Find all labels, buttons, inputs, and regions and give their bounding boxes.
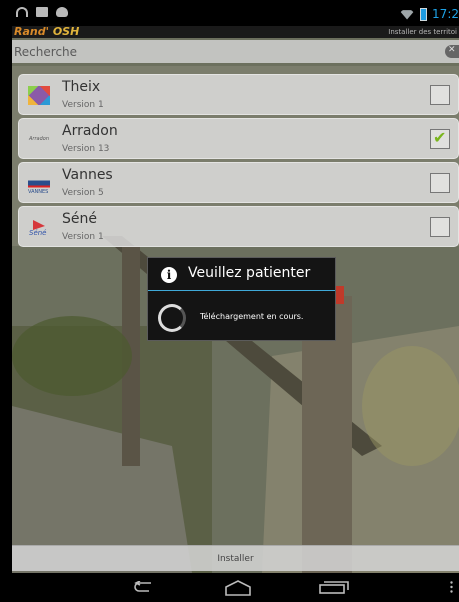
image-icon: [36, 7, 48, 17]
home-icon[interactable]: [224, 580, 252, 596]
cat-icon: [56, 7, 68, 17]
status-bar: 17:2: [12, 4, 459, 26]
territory-item-vannes[interactable]: VANNES Vannes Version 5: [18, 162, 459, 203]
app-logo-second: OSH: [52, 26, 80, 38]
territory-checkbox[interactable]: [430, 128, 450, 149]
battery-icon: [420, 7, 428, 21]
territory-item-sene[interactable]: Séné Séné Version 1: [18, 206, 459, 247]
install-bar: Installer: [12, 545, 459, 571]
dialog-message: Téléchargement en cours.: [200, 312, 304, 321]
back-icon[interactable]: [131, 581, 155, 593]
action-bar: Rand' OSH Installer des territoi: [12, 26, 459, 38]
territory-version: Version 5: [62, 188, 104, 198]
clear-search-icon[interactable]: [445, 45, 459, 58]
territory-name: Vannes: [62, 167, 113, 183]
territory-version: Version 1: [62, 100, 104, 110]
loading-spinner-icon: [158, 304, 186, 332]
territory-version: Version 13: [62, 144, 110, 154]
recent-apps-icon[interactable]: [319, 581, 349, 594]
theix-logo-icon: [28, 86, 50, 105]
info-icon: i: [161, 267, 177, 283]
search-input[interactable]: [14, 42, 434, 62]
app-logo: Rand' OSH: [14, 26, 79, 38]
search-bar: [12, 40, 459, 63]
territory-name: Theix: [62, 79, 101, 95]
territory-checkbox[interactable]: [430, 217, 450, 237]
territory-list: Theix Version 1 Arradon Arradon Version …: [18, 74, 459, 250]
navigation-bar: [12, 573, 459, 602]
progress-dialog: i Veuillez patienter Téléchargement en c…: [147, 257, 336, 341]
territory-checkbox[interactable]: [430, 85, 450, 105]
wifi-icon: [16, 7, 28, 17]
install-button[interactable]: Installer: [12, 546, 459, 572]
vannes-logo-icon: VANNES: [28, 174, 50, 195]
action-bar-title: Installer des territoi: [388, 28, 457, 36]
sene-logo-icon: Séné: [28, 218, 50, 237]
dialog-title: Veuillez patienter: [188, 265, 311, 281]
dialog-header: i Veuillez patienter: [148, 258, 335, 291]
overflow-menu-icon[interactable]: [450, 581, 453, 593]
territory-version: Version 1: [62, 232, 104, 242]
device-screen: 17:2 Rand' OSH Installer des territoi Re…: [0, 0, 459, 602]
sene-logo-text: Séné: [29, 229, 47, 237]
wifi-signal-icon: [399, 10, 416, 20]
status-time: 17:2: [432, 7, 459, 21]
status-left-icons: [16, 7, 68, 17]
territory-name: Arradon: [62, 123, 118, 139]
app-logo-first: Rand': [14, 26, 49, 38]
territory-item-arradon[interactable]: Arradon Arradon Version 13: [18, 118, 459, 159]
territory-item-theix[interactable]: Theix Version 1: [18, 74, 459, 115]
arradon-logo-icon: Arradon: [29, 136, 49, 142]
territory-name: Séné: [62, 211, 97, 227]
app-content: Rand' OSH Installer des territoi Theix V…: [12, 26, 459, 573]
vannes-logo-text: VANNES: [28, 189, 49, 195]
territory-checkbox[interactable]: [430, 173, 450, 193]
status-right-icons: 17:2: [399, 6, 459, 22]
